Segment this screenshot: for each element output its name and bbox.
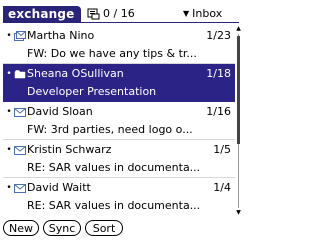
sync-button[interactable]: Sync xyxy=(43,220,81,236)
scroll-down-arrow-icon[interactable]: ▼ xyxy=(236,210,241,216)
message-item[interactable]: • Kristin Schwarz 1/5 RE: SAR values in … xyxy=(3,140,235,178)
message-header-line: • Martha Nino 1/23 xyxy=(5,29,231,43)
message-sender: Martha Nino xyxy=(27,29,95,42)
message-count: 1/18 xyxy=(206,67,231,80)
message-count: 1/23 xyxy=(206,29,231,42)
bullet-icon: • xyxy=(6,183,12,193)
scroll-up-arrow-icon[interactable]: ▲ xyxy=(236,26,241,32)
message-item-selected[interactable]: • Sheana OSullivan 1/18 Developer Presen… xyxy=(3,64,235,102)
new-button[interactable]: New xyxy=(3,220,39,236)
envelope-icon xyxy=(14,108,26,117)
bottom-toolbar: New Sync Sort xyxy=(3,220,239,238)
inbox-tray-icon xyxy=(87,8,100,20)
message-header-line: • David Waitt 1/4 xyxy=(5,181,231,195)
envelope-stack-icon xyxy=(14,31,26,41)
folder-icon xyxy=(14,70,26,79)
scroll-thumb[interactable] xyxy=(237,36,240,144)
message-item[interactable]: • Martha Nino 1/23 FW: Do we have any ti… xyxy=(3,26,235,64)
exchange-screen: exchange 0 / 16 ▼ Inbox • Martha Nino 1/… xyxy=(0,0,242,242)
dropdown-arrow-icon: ▼ xyxy=(183,9,190,18)
header: exchange 0 / 16 ▼ Inbox xyxy=(3,6,239,23)
message-item[interactable]: • David Sloan 1/16 FW: 3rd parties, need… xyxy=(3,102,235,140)
message-subject: RE: SAR values in documenta... xyxy=(27,199,201,212)
message-sender: David Waitt xyxy=(27,181,91,194)
folder-dropdown[interactable]: ▼ Inbox xyxy=(183,7,222,21)
message-subject: FW: Do we have any tips & tr... xyxy=(27,47,197,60)
header-divider xyxy=(3,22,239,23)
message-header-line: • David Sloan 1/16 xyxy=(5,105,231,119)
unread-counter: 0 / 16 xyxy=(103,7,135,20)
message-list: • Martha Nino 1/23 FW: Do we have any ti… xyxy=(3,26,235,216)
sort-button[interactable]: Sort xyxy=(85,220,123,236)
message-sender: Kristin Schwarz xyxy=(27,143,112,156)
scrollbar[interactable]: ▲ ▼ xyxy=(236,26,241,216)
message-subject: Developer Presentation xyxy=(27,85,157,98)
envelope-icon xyxy=(14,146,26,155)
message-subject: FW: 3rd parties, need logo o... xyxy=(27,123,193,136)
message-sender: Sheana OSullivan xyxy=(27,67,124,80)
bullet-icon: • xyxy=(6,31,12,41)
message-count: 1/5 xyxy=(213,143,231,156)
app-title: exchange xyxy=(3,6,81,23)
envelope-icon xyxy=(14,184,26,193)
message-header-line: • Sheana OSullivan 1/18 xyxy=(5,67,231,81)
folder-name: Inbox xyxy=(192,7,223,20)
bullet-icon: • xyxy=(6,145,12,155)
bullet-icon: • xyxy=(6,69,12,79)
message-count: 1/4 xyxy=(213,181,231,194)
bullet-icon: • xyxy=(6,107,12,117)
message-item[interactable]: • David Waitt 1/4 RE: SAR values in docu… xyxy=(3,178,235,216)
message-count: 1/16 xyxy=(206,105,231,118)
message-subject: RE: SAR values in documenta... xyxy=(27,161,201,174)
message-sender: David Sloan xyxy=(27,105,93,118)
message-header-line: • Kristin Schwarz 1/5 xyxy=(5,143,231,157)
